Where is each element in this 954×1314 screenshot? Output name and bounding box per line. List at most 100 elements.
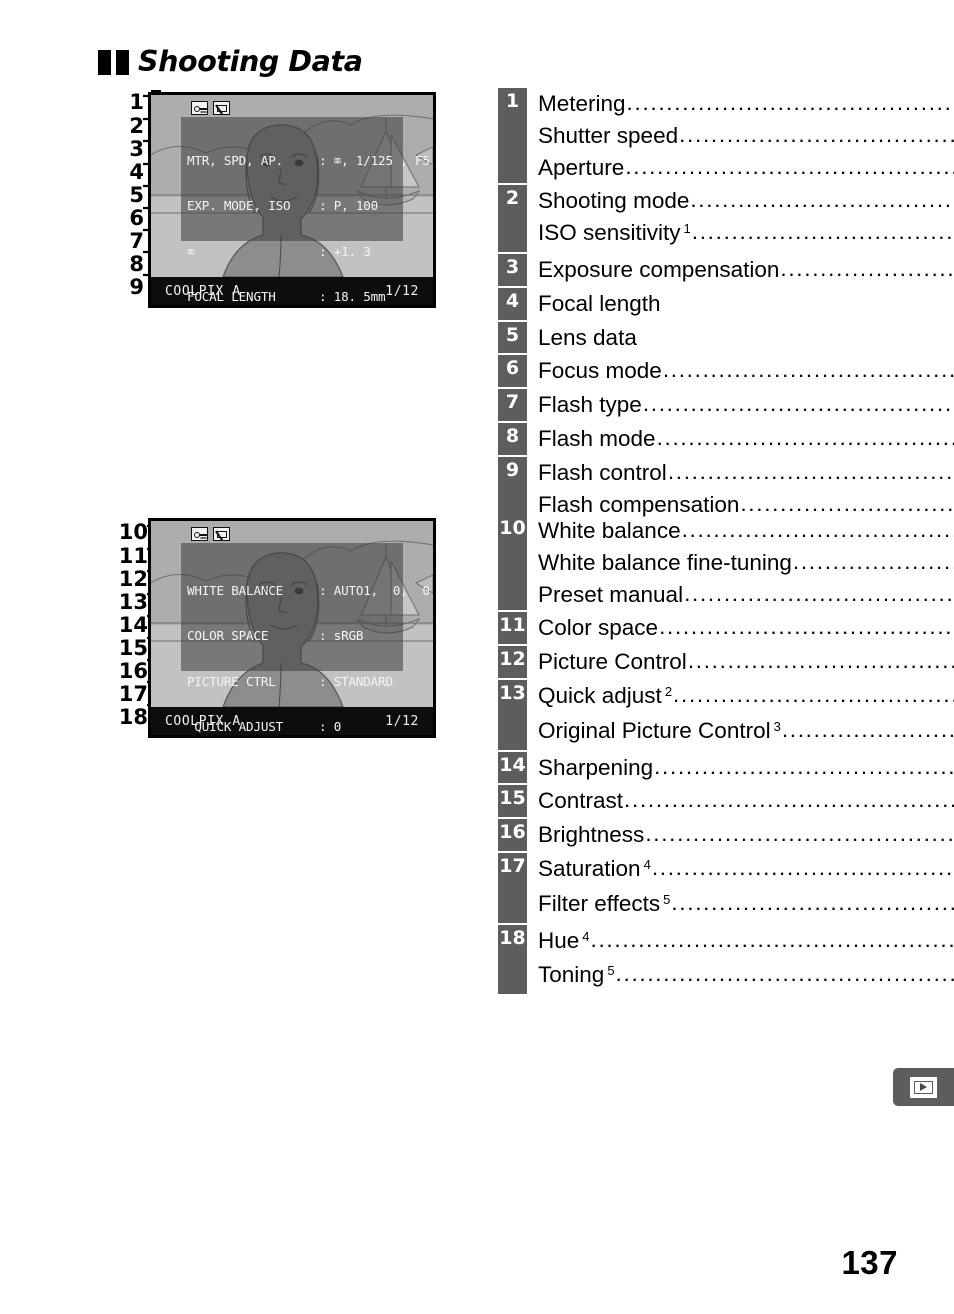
leader-dots: ........................................… — [691, 219, 954, 245]
reference-entries: Flash control...........................… — [527, 457, 954, 521]
callout-number: 8 — [129, 252, 144, 276]
reference-entry[interactable]: Flash control...........................… — [538, 457, 954, 489]
footnote-marker: 1 — [683, 221, 691, 237]
reference-entry[interactable]: Color space.............................… — [538, 612, 954, 644]
reference-list-top: 1 Metering...............................… — [498, 88, 954, 522]
reference-group: 3 Exposure compensation..................… — [498, 253, 954, 286]
callout-number: 2 — [129, 114, 144, 138]
callout-number: 5 — [129, 183, 144, 207]
figure1-data-rows: MTR, SPD, AP.: ⌧, 1/125 , F5. 6 EXP. MOD… — [187, 123, 433, 305]
screen-status-icons — [191, 527, 230, 541]
data-row-label: FOCAL LENGTH — [187, 289, 276, 305]
reference-entry[interactable]: Focal length............................… — [538, 288, 954, 320]
reference-entry[interactable]: Flash type..............................… — [538, 389, 954, 421]
callout-number: 12 — [118, 567, 148, 591]
reference-badge: 16 — [498, 819, 527, 851]
data-row-value: : 18. 5mm — [319, 289, 386, 305]
reference-entry[interactable]: Shutter speed...........................… — [538, 120, 954, 152]
callout-number: 11 — [118, 544, 148, 568]
data-row-value: : P, 100 — [319, 198, 379, 214]
reference-entry[interactable]: Preset manual...........................… — [538, 579, 954, 611]
reference-entry-label: White balance fine-tuning — [538, 549, 792, 575]
reference-entries: White balance...........................… — [527, 515, 954, 610]
reference-entry[interactable]: Saturation 4.............................… — [538, 853, 954, 888]
callout-number: 14 — [118, 613, 148, 637]
reference-entries: Quick adjust 2...........................… — [527, 680, 954, 750]
data-row: ⌧: +1. 3 — [187, 244, 419, 259]
data-row-label: PICTURE CTRL — [187, 673, 276, 689]
playback-icon — [910, 1076, 937, 1098]
reference-entry[interactable]: Sharpening..............................… — [538, 752, 954, 784]
reference-entry[interactable]: ISO sensitivity 1........................… — [538, 217, 954, 252]
reference-entries: Hue 4....................................… — [527, 925, 954, 995]
leader-dots: ........................................… — [681, 517, 954, 542]
reference-entry-label: Saturation — [538, 855, 641, 881]
reference-entry[interactable]: Lens data...............................… — [538, 322, 954, 354]
reference-entry[interactable]: Exposure compensation...................… — [538, 254, 954, 286]
reference-group: 7 Flash type.............................… — [498, 389, 954, 421]
leader-dots: ........................................… — [679, 121, 954, 147]
reference-group: 1 Metering...............................… — [498, 88, 954, 184]
footnote-marker: 5 — [663, 891, 671, 907]
callout-number: 15 — [118, 636, 148, 660]
footnote-marker: 4 — [643, 856, 651, 872]
leader-dots: ........................................… — [659, 614, 954, 640]
reference-badge: 3 — [498, 253, 527, 286]
data-row: FOCAL LENGTH : 18. 5mm — [187, 289, 419, 304]
reference-entry-label: Toning — [538, 962, 605, 988]
leader-dots: ........................................… — [662, 357, 954, 383]
data-row-label: EXP. MODE, ISO — [187, 198, 291, 214]
leader-dots: ........................................… — [654, 753, 954, 779]
reference-entry[interactable]: Flash mode..............................… — [538, 423, 954, 455]
reference-badge: 6 — [498, 355, 527, 388]
reference-entry[interactable]: White balance fine-tuning...............… — [538, 547, 954, 579]
reference-badge: 7 — [498, 389, 527, 421]
reference-entry-label: Flash control — [538, 459, 667, 485]
reference-entry[interactable]: Focus mode..............................… — [538, 355, 954, 387]
reference-entry[interactable]: Quick adjust 2...........................… — [538, 680, 954, 715]
playback-tab[interactable] — [893, 1068, 954, 1106]
reference-entry-label: Lens data — [538, 324, 637, 350]
reference-entry[interactable]: Hue 4....................................… — [538, 925, 954, 960]
leader-dots: ........................................… — [780, 255, 954, 281]
data-row: WHITE BALANCE: AUTO1, 0, 0 — [187, 583, 430, 598]
reference-entry[interactable]: Filter effects 5.........................… — [538, 888, 954, 923]
data-row-value: : STANDARD — [319, 673, 393, 689]
reference-entry[interactable]: Shooting mode...........................… — [538, 185, 954, 217]
reference-group: 12 Picture Control.......................… — [498, 646, 954, 678]
reference-badge: 5 — [498, 321, 527, 354]
data-row-value: : 0 — [319, 719, 342, 735]
reference-entry[interactable]: Picture Control.........................… — [538, 646, 954, 678]
protect-key-icon — [191, 101, 208, 115]
reference-entries: Metering................................… — [527, 88, 954, 183]
reference-entry[interactable]: Metering................................… — [538, 88, 954, 120]
reference-entry[interactable]: White balance...........................… — [538, 515, 954, 547]
reference-entry[interactable]: Aperture................................… — [538, 152, 954, 184]
data-row-label: ⌧ — [187, 243, 195, 259]
reference-entry-label: Filter effects — [538, 890, 661, 916]
camera-screen-shooting-data-page1: MTR, SPD, AP.: ⌧, 1/125 , F5. 6 EXP. MOD… — [148, 92, 436, 308]
reference-entry[interactable]: Contrast................................… — [538, 785, 954, 817]
data-row-value: : AUTO1, 0, 0 — [319, 583, 430, 599]
reference-entry-label: Aperture — [538, 154, 625, 180]
reference-entry[interactable]: Brightness..............................… — [538, 819, 954, 851]
data-row: COLOR SPACE: sRGB — [187, 628, 419, 643]
footnote-marker: 2 — [664, 683, 673, 699]
reference-entry[interactable]: Toning 5.................................… — [538, 959, 954, 994]
figure1-callout-numbers: 1 2 3 4 5 6 7 8 9 — [110, 92, 144, 298]
figure2-callout-numbers: 10 11 12 13 14 15 16 17 18 — [104, 522, 148, 728]
reference-entries: Focal length............................… — [527, 288, 954, 320]
reference-badge: 15 — [498, 785, 527, 818]
reference-entries: Lens data...............................… — [527, 322, 954, 354]
reference-entry[interactable]: Original Picture Control 3...............… — [538, 715, 954, 750]
manual-page: Shooting Data 1 2 3 4 5 6 7 8 9 MTR, SPD… — [0, 0, 954, 1314]
footnote-marker: 5 — [607, 963, 615, 979]
leader-dots: ........................................… — [656, 424, 954, 450]
reference-badge: 12 — [498, 646, 527, 678]
reference-group: 2 Shooting mode..........................… — [498, 185, 954, 252]
reference-group: 13 Quick adjust 2.........................… — [498, 679, 954, 750]
reference-entry-label: White balance — [538, 518, 681, 543]
reference-entry-label: Picture Control — [538, 649, 687, 675]
reference-badge: 8 — [498, 422, 527, 455]
callout-number: 7 — [129, 229, 144, 253]
